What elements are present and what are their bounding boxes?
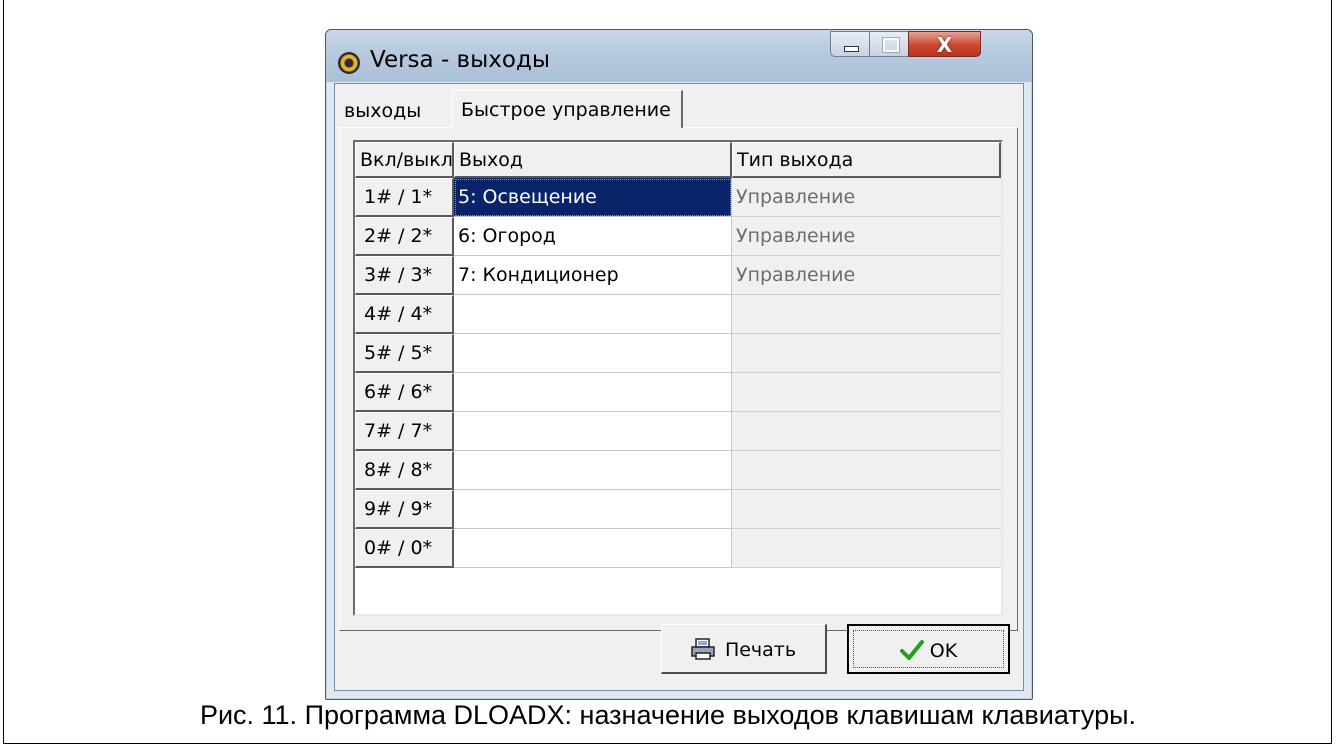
table-row[interactable]: 8# / 8* bbox=[355, 451, 1001, 490]
output-type-cell: Управление bbox=[732, 178, 1001, 217]
column-header-output-type[interactable]: Тип выхода bbox=[732, 142, 1001, 178]
outputs-grid: Вкл/выкл Выход Тип выхода 1# / 1* 5: Осве… bbox=[353, 140, 1003, 616]
minimize-button[interactable] bbox=[830, 31, 870, 57]
print-button[interactable]: Печать bbox=[661, 624, 827, 674]
table-row[interactable]: 7# / 7* bbox=[355, 412, 1001, 451]
column-header-output[interactable]: Выход bbox=[454, 142, 732, 178]
table-row[interactable]: 4# / 4* bbox=[355, 295, 1001, 334]
table-row[interactable]: 3# / 3* 7: Кондиционер Управление bbox=[355, 256, 1001, 295]
output-type-cell bbox=[732, 373, 1001, 412]
close-icon: X bbox=[936, 33, 953, 57]
output-type-cell bbox=[732, 529, 1001, 568]
output-type-cell bbox=[732, 451, 1001, 490]
output-cell[interactable] bbox=[454, 529, 732, 568]
app-icon bbox=[338, 52, 360, 74]
print-label: Печать bbox=[724, 639, 797, 661]
maximize-icon bbox=[882, 37, 900, 53]
window-title: Versa - выходы bbox=[370, 47, 551, 73]
row-key-label[interactable]: 8# / 8* bbox=[355, 451, 454, 490]
row-key-label[interactable]: 5# / 5* bbox=[355, 334, 454, 373]
dialog-window: Versa - выходы X выходы Быстрое управлен… bbox=[325, 29, 1033, 700]
row-key-label[interactable]: 4# / 4* bbox=[355, 295, 454, 334]
output-type-cell bbox=[732, 412, 1001, 451]
tab-fast-control[interactable]: Быстрое управление bbox=[452, 90, 683, 128]
table-row[interactable]: 5# / 5* bbox=[355, 334, 1001, 373]
table-row[interactable]: 9# / 9* bbox=[355, 490, 1001, 529]
output-cell[interactable] bbox=[454, 490, 732, 529]
printer-icon bbox=[691, 638, 715, 660]
row-key-label[interactable]: 1# / 1* bbox=[355, 178, 454, 217]
close-button[interactable]: X bbox=[908, 31, 981, 57]
output-cell[interactable]: 7: Кондиционер bbox=[454, 256, 732, 295]
row-key-label[interactable]: 0# / 0* bbox=[355, 529, 454, 568]
table-row[interactable]: 2# / 2* 6: Огород Управление bbox=[355, 217, 1001, 256]
output-type-cell bbox=[732, 295, 1001, 334]
row-key-label[interactable]: 3# / 3* bbox=[355, 256, 454, 295]
output-cell[interactable] bbox=[454, 295, 732, 334]
ok-button[interactable]: OK bbox=[847, 624, 1010, 674]
focus-rect bbox=[853, 630, 1004, 668]
column-header-onoff[interactable]: Вкл/выкл bbox=[355, 142, 454, 178]
tab-outputs[interactable]: выходы bbox=[344, 100, 421, 122]
output-cell[interactable] bbox=[454, 334, 732, 373]
title-bar[interactable]: Versa - выходы X bbox=[326, 30, 1032, 82]
row-key-label[interactable]: 2# / 2* bbox=[355, 217, 454, 256]
table-row[interactable]: 0# / 0* bbox=[355, 529, 1001, 568]
table-row[interactable]: 6# / 6* bbox=[355, 373, 1001, 412]
output-type-cell: Управление bbox=[732, 256, 1001, 295]
output-cell[interactable] bbox=[454, 412, 732, 451]
maximize-button[interactable] bbox=[869, 31, 909, 57]
output-cell[interactable]: 5: Освещение bbox=[454, 178, 732, 217]
row-key-label[interactable]: 6# / 6* bbox=[355, 373, 454, 412]
row-key-label[interactable]: 9# / 9* bbox=[355, 490, 454, 529]
table-row[interactable]: 1# / 1* 5: Освещение Управление bbox=[355, 178, 1001, 217]
output-cell[interactable]: 6: Огород bbox=[454, 217, 732, 256]
figure-caption: Рис. 11. Программа DLOADX: назначение вы… bbox=[199, 700, 1137, 730]
output-type-cell bbox=[732, 490, 1001, 529]
output-type-cell bbox=[732, 334, 1001, 373]
dialog-client-area: выходы Быстрое управление Вкл/выкл Выход… bbox=[334, 83, 1024, 691]
output-cell[interactable] bbox=[454, 451, 732, 490]
output-type-cell: Управление bbox=[732, 217, 1001, 256]
minimize-icon bbox=[844, 46, 859, 52]
output-cell[interactable] bbox=[454, 373, 732, 412]
row-key-label[interactable]: 7# / 7* bbox=[355, 412, 454, 451]
